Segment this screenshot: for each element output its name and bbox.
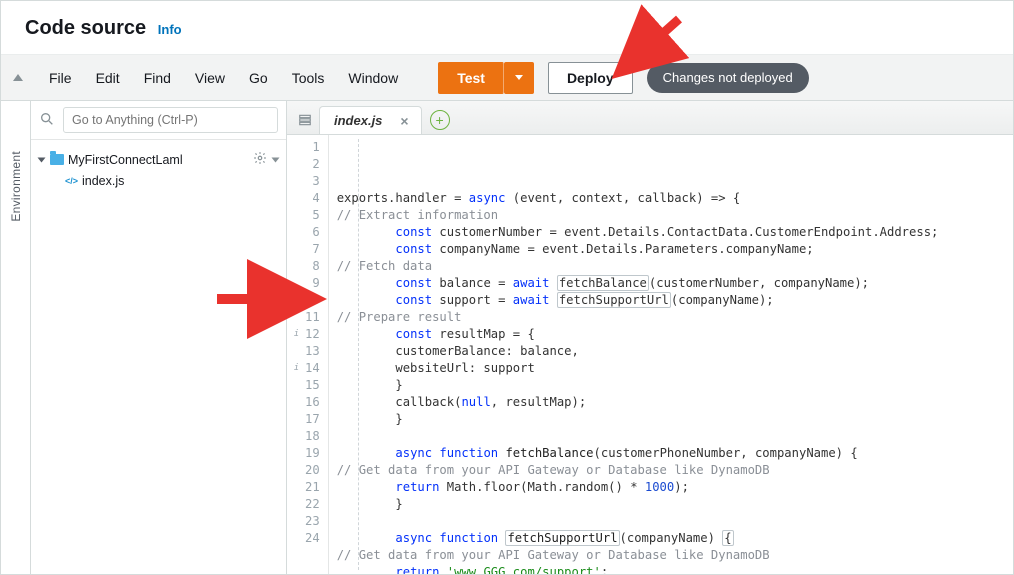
new-tab-button[interactable]: + — [430, 110, 450, 130]
code-line[interactable]: exports.handler = async (event, context,… — [337, 190, 1013, 207]
code-line[interactable]: const support = await fetchSupportUrl(co… — [337, 292, 1013, 309]
line-number: 6 — [305, 224, 320, 241]
line-number: 4 — [305, 190, 320, 207]
line-number: 2 — [305, 156, 320, 173]
menu-file[interactable]: File — [37, 64, 84, 92]
code-line[interactable]: callback(null, resultMap); — [337, 394, 1013, 411]
code-line[interactable]: } — [337, 496, 1013, 513]
panel-header: Code source Info — [1, 1, 1013, 55]
search-icon — [39, 111, 55, 130]
go-to-anything-input[interactable] — [63, 107, 278, 133]
js-file-icon: </> — [65, 175, 78, 188]
tab-index-js[interactable]: index.js × — [319, 106, 422, 134]
test-dropdown-button[interactable] — [504, 62, 534, 94]
line-number: 1 — [305, 139, 320, 156]
go-to-anything-row — [31, 101, 286, 140]
line-number: 14i — [305, 360, 320, 377]
code-line[interactable]: // Prepare result — [337, 309, 1013, 326]
menu-edit[interactable]: Edit — [84, 64, 132, 92]
code-line[interactable]: // Get data from your API Gateway or Dat… — [337, 547, 1013, 564]
code-line[interactable]: // Fetch data — [337, 258, 1013, 275]
file-label: index.js — [82, 174, 124, 188]
line-number: 18 — [305, 428, 320, 445]
code-line[interactable]: } — [337, 411, 1013, 428]
code-line[interactable]: const customerNumber = event.Details.Con… — [337, 224, 1013, 241]
line-number: 16 — [305, 394, 320, 411]
test-button[interactable]: Test — [438, 62, 504, 94]
line-number: 7 — [305, 241, 320, 258]
info-icon: i — [291, 363, 302, 374]
menu-go[interactable]: Go — [237, 64, 280, 92]
menu-find[interactable]: Find — [132, 64, 183, 92]
line-number: 8 — [305, 258, 320, 275]
side-tabs: Environment — [1, 101, 31, 574]
line-number: 5 — [305, 207, 320, 224]
line-number: 19 — [305, 445, 320, 462]
code-line[interactable]: async function fetchBalance(customerPhon… — [337, 445, 1013, 462]
line-number: 12i — [305, 326, 320, 343]
close-icon[interactable]: × — [400, 113, 408, 129]
editor-area: index.js × + 123456789101112i1314i151617… — [287, 101, 1013, 574]
code-line[interactable]: customerBalance: balance, — [337, 343, 1013, 360]
code-line[interactable]: const resultMap = { — [337, 326, 1013, 343]
line-number: 17 — [305, 411, 320, 428]
line-number: 21 — [305, 479, 320, 496]
code-line[interactable]: async function fetchSupportUrl(companyNa… — [337, 530, 1013, 547]
page-title: Code source — [25, 17, 146, 39]
line-number: 3 — [305, 173, 320, 190]
deploy-button[interactable]: Deploy — [548, 62, 633, 94]
toolbar: FileEditFindViewGoToolsWindow Test Deplo… — [1, 55, 1013, 101]
code-line[interactable]: const balance = await fetchBalance(custo… — [337, 275, 1013, 292]
file-explorer: MyFirstConnectLaml </> index.js — [31, 101, 287, 574]
code-line[interactable] — [337, 513, 1013, 530]
project-folder-row[interactable]: MyFirstConnectLaml — [37, 148, 280, 171]
line-number: 24 — [305, 530, 320, 547]
workspace: Environment MyFirstConnectLaml </> index… — [1, 101, 1013, 574]
code-editor[interactable]: 123456789101112i1314i1516171819202122232… — [287, 135, 1013, 574]
project-folder-label: MyFirstConnectLaml — [68, 153, 183, 167]
code-line[interactable]: } — [337, 377, 1013, 394]
line-number: 11 — [305, 309, 320, 326]
line-number: 22 — [305, 496, 320, 513]
tab-list-icon[interactable] — [293, 106, 317, 134]
code-line[interactable] — [337, 428, 1013, 445]
menu-bar: FileEditFindViewGoToolsWindow — [37, 64, 410, 92]
tab-label: index.js — [334, 113, 382, 128]
gear-icon[interactable] — [253, 151, 267, 168]
code-line[interactable]: return Math.floor(Math.random() * 1000); — [337, 479, 1013, 496]
collapse-icon[interactable] — [13, 74, 23, 81]
code-content[interactable]: exports.handler = async (event, context,… — [329, 135, 1013, 574]
code-line[interactable]: const companyName = event.Details.Parame… — [337, 241, 1013, 258]
menu-view[interactable]: View — [183, 64, 237, 92]
line-number: 23 — [305, 513, 320, 530]
line-number: 13 — [305, 343, 320, 360]
chevron-down-icon — [38, 157, 46, 162]
file-row-index-js[interactable]: </> index.js — [37, 171, 280, 191]
gear-caret-icon — [272, 157, 280, 162]
folder-icon — [50, 154, 64, 165]
code-line[interactable]: websiteUrl: support — [337, 360, 1013, 377]
line-number-gutter: 123456789101112i1314i1516171819202122232… — [287, 135, 329, 574]
line-number: 15 — [305, 377, 320, 394]
tab-bar: index.js × + — [287, 101, 1013, 135]
line-number: 9 — [305, 275, 320, 292]
info-link[interactable]: Info — [158, 22, 182, 37]
code-line[interactable]: // Get data from your API Gateway or Dat… — [337, 462, 1013, 479]
code-line[interactable]: // Extract information — [337, 207, 1013, 224]
menu-window[interactable]: Window — [336, 64, 410, 92]
line-number: 20 — [305, 462, 320, 479]
menu-tools[interactable]: Tools — [280, 64, 337, 92]
environment-tab[interactable]: Environment — [9, 151, 23, 222]
file-tree: MyFirstConnectLaml </> index.js — [31, 140, 286, 199]
info-icon: i — [291, 329, 302, 340]
code-line[interactable]: return 'www.GGG.com/support'; — [337, 564, 1013, 574]
line-number: 10 — [305, 292, 320, 309]
test-button-group: Test — [438, 62, 534, 94]
deploy-status-badge: Changes not deployed — [647, 63, 809, 93]
indent-guide — [358, 139, 359, 570]
